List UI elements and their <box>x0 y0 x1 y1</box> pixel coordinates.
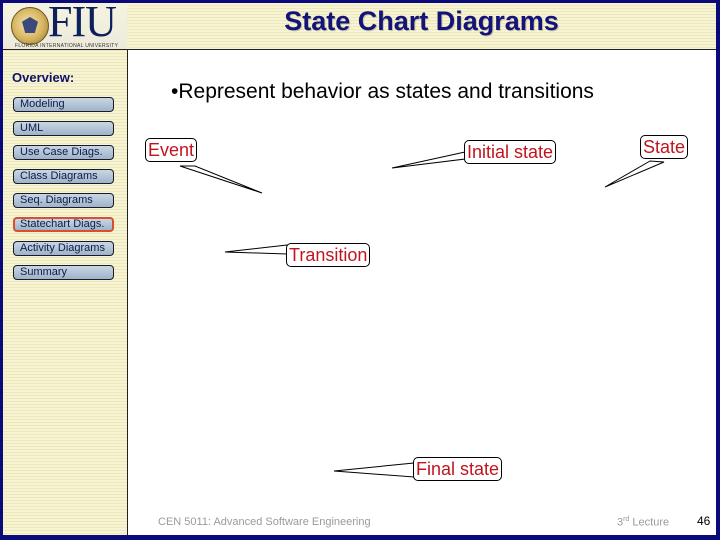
footer-lecture: 3rd Lecture <box>617 516 669 529</box>
state-pointer <box>604 160 665 188</box>
lecture-label: Lecture <box>629 516 670 529</box>
transition-pointer <box>224 244 288 255</box>
callout-state: State <box>640 135 689 159</box>
callout-pointers <box>179 151 665 478</box>
callout-event: Event <box>145 138 198 162</box>
initial-state-pointer <box>391 151 466 169</box>
callout-transition: Transition <box>286 243 371 267</box>
callout-final-state: Final state <box>413 457 503 481</box>
final-state-pointer <box>333 462 415 478</box>
page-number: 46 <box>697 514 711 528</box>
callout-initial-state: Initial state <box>464 140 557 164</box>
event-pointer <box>179 165 263 194</box>
footer-course: CEN 5011: Advanced Software Engineering <box>158 516 371 528</box>
